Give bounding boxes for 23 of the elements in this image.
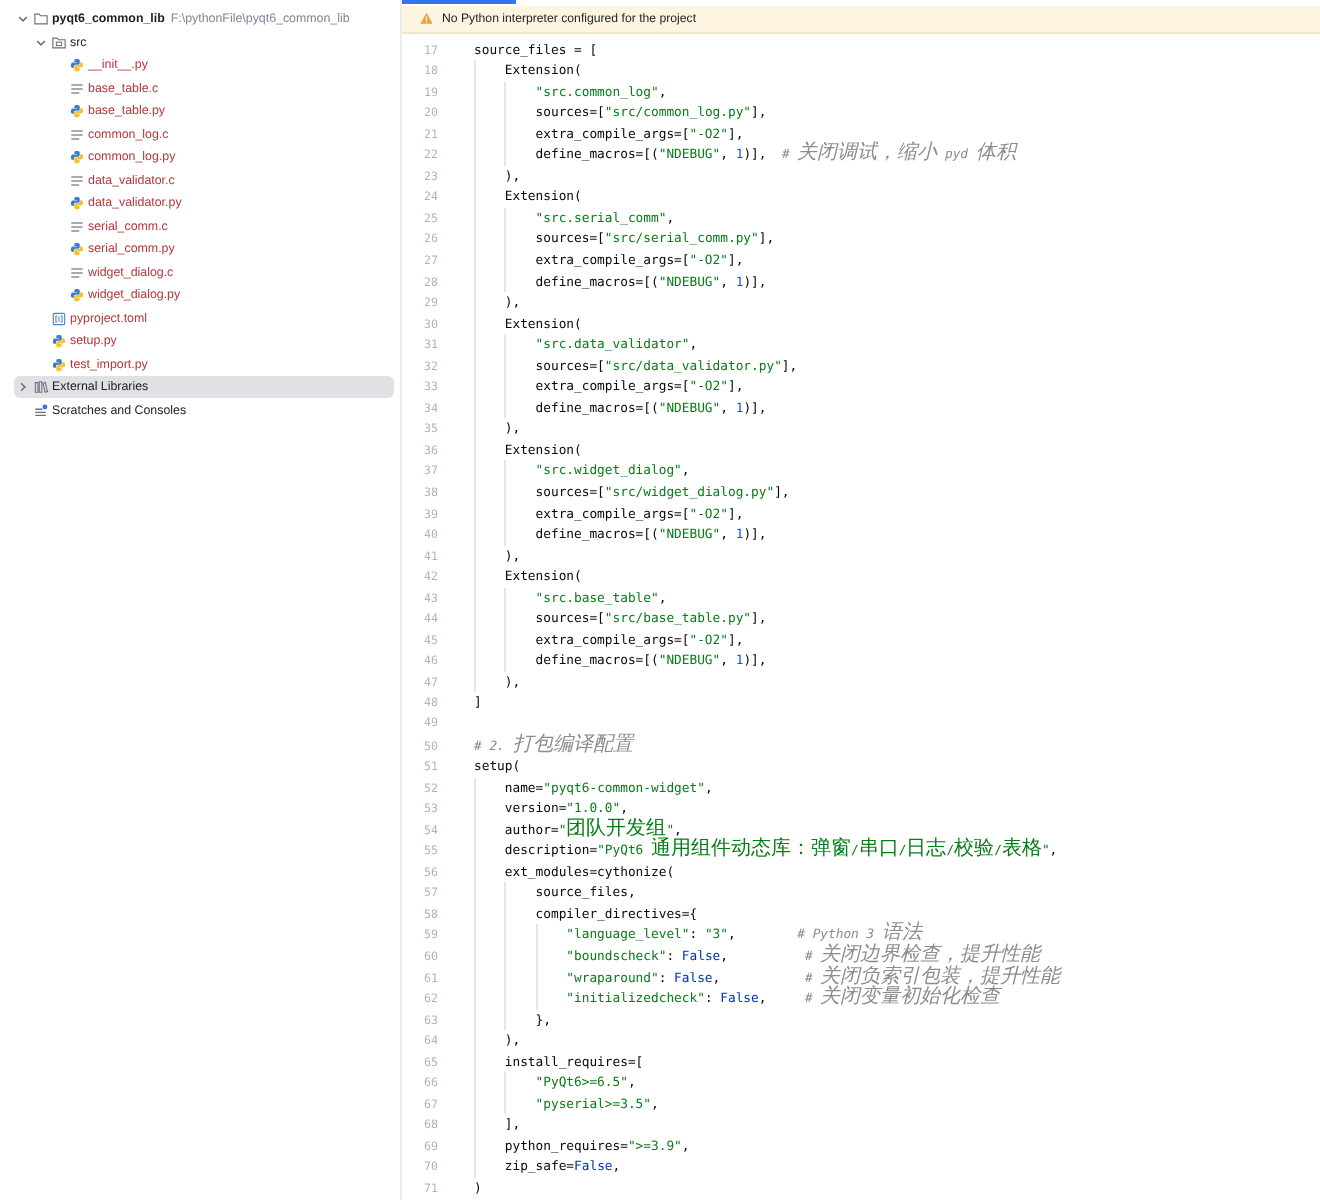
python-file-icon	[70, 58, 84, 72]
python-file-icon	[70, 104, 84, 118]
text-file-icon	[70, 173, 84, 187]
chevron-right-icon[interactable]	[18, 382, 28, 392]
python-file-icon	[70, 150, 84, 164]
active-tab-indicator	[402, 0, 516, 4]
library-icon	[34, 380, 48, 394]
text-file-icon	[70, 219, 84, 233]
python-file-icon	[52, 334, 66, 348]
bracket-file-icon	[52, 311, 66, 325]
python-file-icon	[70, 196, 84, 210]
python-file-icon	[70, 242, 84, 256]
python-file-icon	[70, 288, 84, 302]
text-file-icon	[70, 81, 84, 95]
text-file-icon	[70, 265, 84, 279]
chevron-down-icon[interactable]	[18, 14, 28, 24]
scratch-icon	[34, 403, 48, 417]
text-file-icon	[70, 127, 84, 141]
source-folder-icon	[52, 35, 66, 49]
python-file-icon	[52, 357, 66, 371]
warning-icon	[420, 12, 433, 26]
chevron-down-icon[interactable]	[36, 37, 46, 47]
folder-icon	[34, 12, 48, 26]
